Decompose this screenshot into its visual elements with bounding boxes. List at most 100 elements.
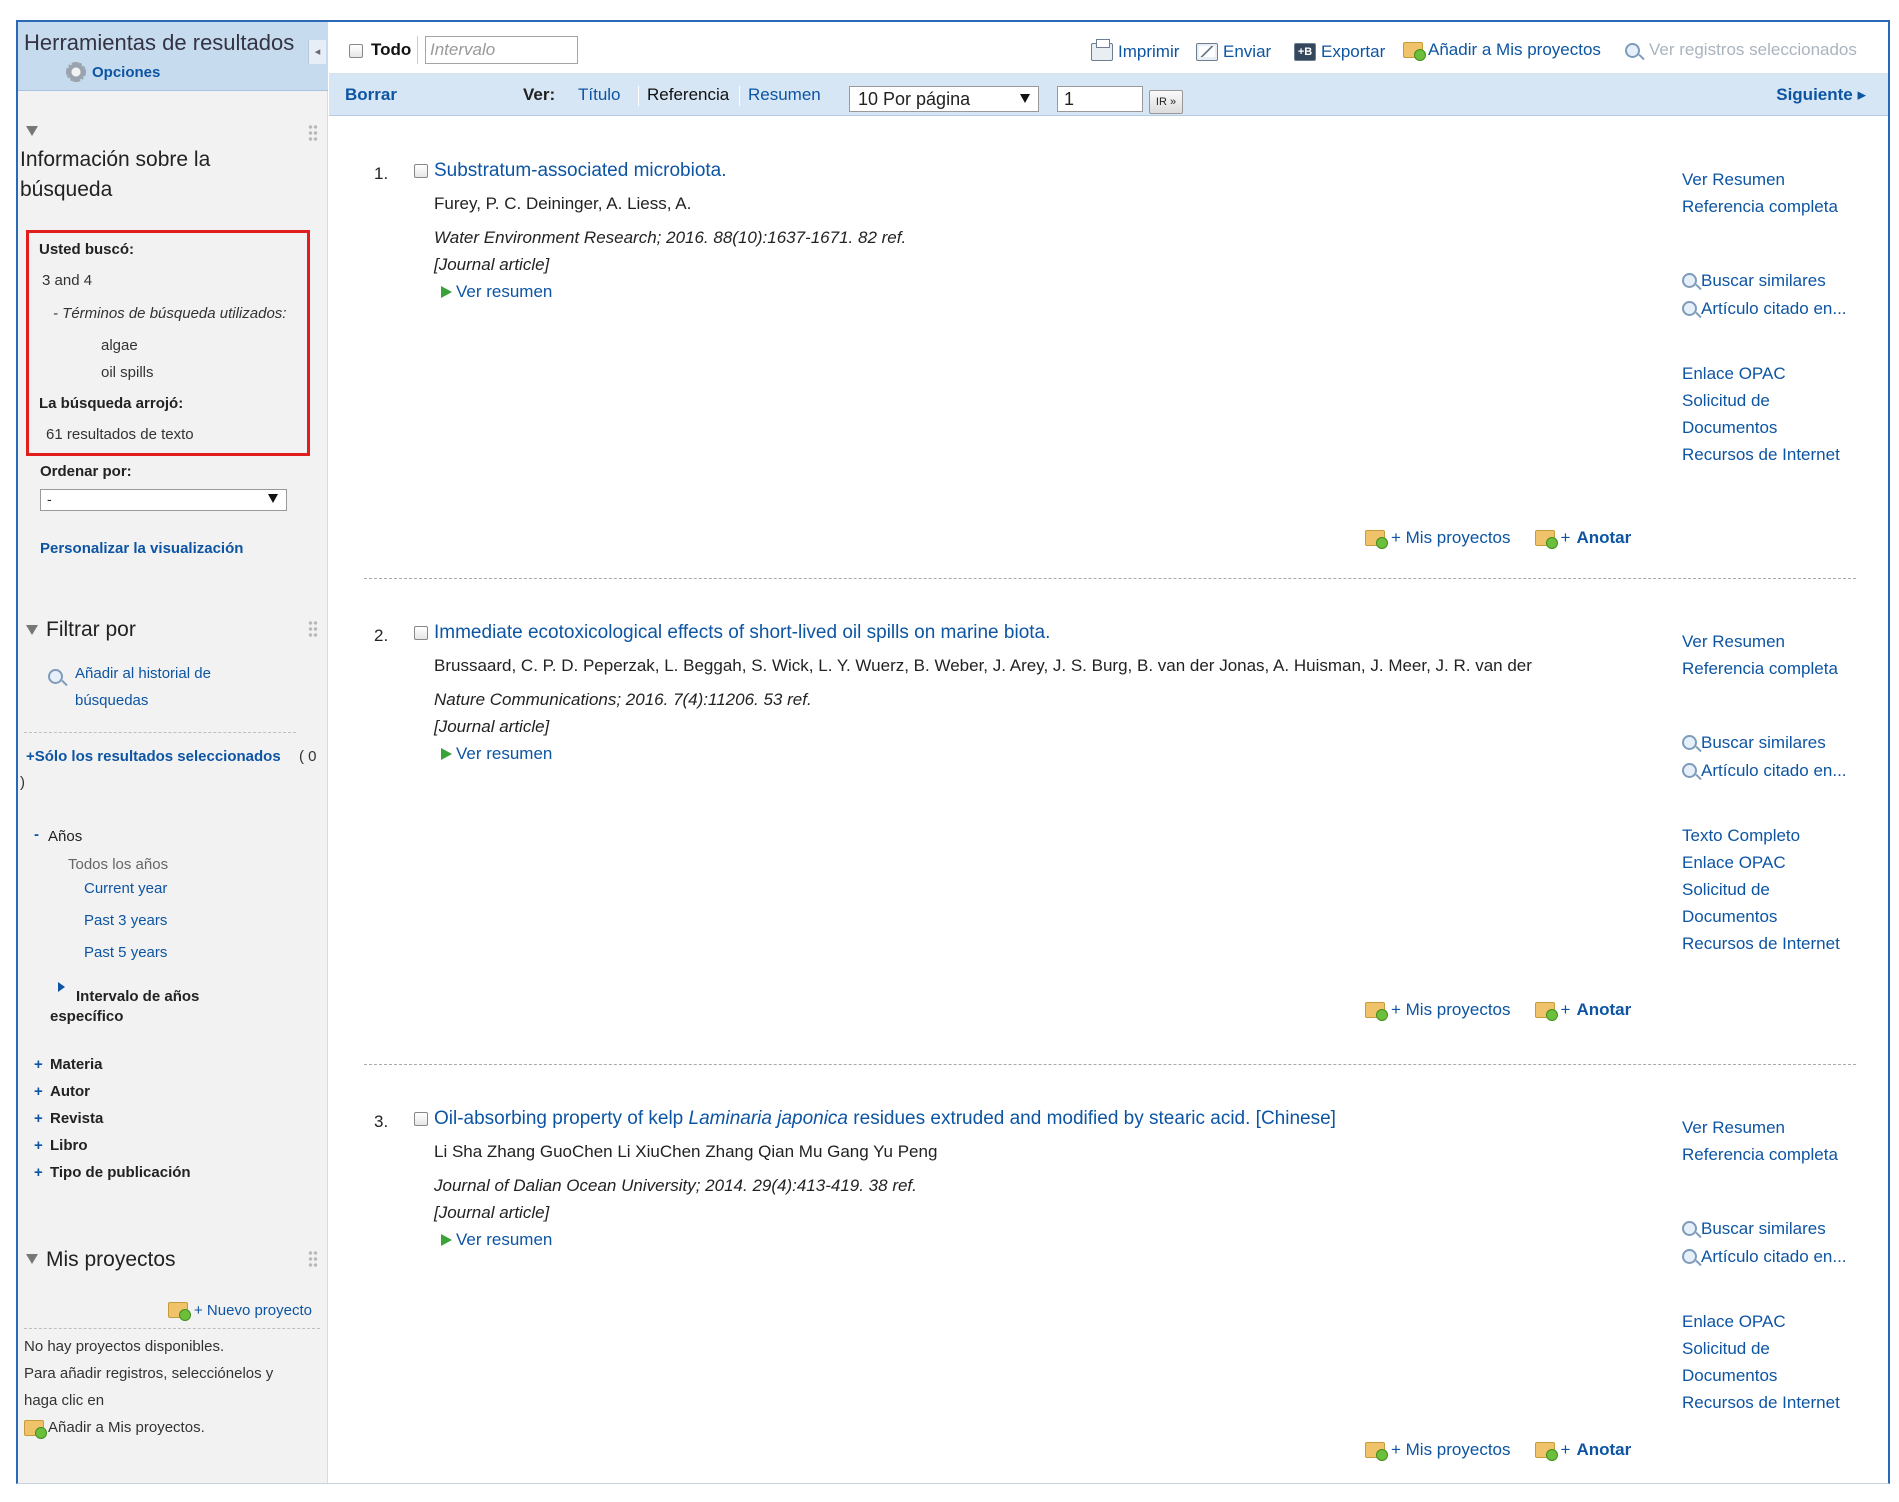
facet-author[interactable]: Autor xyxy=(50,1083,90,1100)
years-toggle[interactable]: - xyxy=(34,826,39,843)
annotate-plus[interactable]: + xyxy=(1561,1000,1571,1020)
full-reference-link[interactable]: Referencia completa xyxy=(1682,197,1838,217)
print-label: Imprimir xyxy=(1118,42,1180,61)
facet-journal[interactable]: Revista xyxy=(50,1110,103,1127)
add-to-history-link[interactable]: Añadir al historial de xyxy=(75,665,211,682)
result-actions: + Mis proyectos + Anotar xyxy=(1365,1440,1631,1461)
internet-resources-link[interactable]: Recursos de Internet xyxy=(1682,445,1840,465)
internet-resources-link[interactable]: Recursos de Internet xyxy=(1682,1393,1840,1413)
facet-book[interactable]: Libro xyxy=(50,1137,88,1154)
page-number-input[interactable]: 1 xyxy=(1057,86,1143,112)
new-project-icon xyxy=(168,1302,191,1321)
year-option-past3[interactable]: Past 3 years xyxy=(84,912,167,929)
document-request-link-2[interactable]: Documentos xyxy=(1682,418,1777,438)
clear-button[interactable]: Borrar xyxy=(345,85,397,105)
find-similar-link[interactable]: Buscar similares xyxy=(1682,1219,1826,1239)
year-option-current[interactable]: Current year xyxy=(84,880,167,897)
collapse-triangle-icon[interactable] xyxy=(26,625,38,635)
result-title-link[interactable]: Oil-absorbing property of kelp Laminaria… xyxy=(434,1108,1336,1130)
annotate-plus[interactable]: + xyxy=(1561,1440,1571,1460)
annotate-link[interactable]: Anotar xyxy=(1576,1000,1631,1020)
full-text-link[interactable]: Texto Completo xyxy=(1682,826,1800,846)
customize-display-link[interactable]: Personalizar la visualización xyxy=(40,540,243,557)
print-button[interactable]: Imprimir xyxy=(1091,39,1180,62)
cited-in-link[interactable]: Artículo citado en... xyxy=(1682,1247,1847,1267)
find-similar-link[interactable]: Buscar similares xyxy=(1682,733,1826,753)
document-request-link[interactable]: Solicitud de xyxy=(1682,391,1770,411)
view-abstract-link[interactable]: Ver resumen xyxy=(441,1230,552,1250)
facet-subject[interactable]: Materia xyxy=(50,1056,103,1073)
result-title-link[interactable]: Immediate ecotoxicological effects of sh… xyxy=(434,622,1050,644)
opac-link[interactable]: Enlace OPAC xyxy=(1682,1312,1786,1332)
export-button[interactable]: +B Exportar xyxy=(1294,42,1385,62)
result-checkbox[interactable] xyxy=(414,626,428,640)
search-summary-box: Usted buscó: 3 and 4 - Términos de búsqu… xyxy=(26,230,310,456)
new-project-link[interactable]: + Nuevo proyecto xyxy=(194,1302,312,1319)
result-checkbox[interactable] xyxy=(414,164,428,178)
document-request-link-2[interactable]: Documentos xyxy=(1682,1366,1777,1386)
add-to-history-link-2[interactable]: búsquedas xyxy=(75,692,148,709)
years-label: Años xyxy=(48,828,83,845)
per-page-select[interactable]: 10 Por página xyxy=(849,86,1039,112)
full-reference-link[interactable]: Referencia completa xyxy=(1682,1145,1838,1165)
range-input[interactable]: Intervalo xyxy=(425,36,578,64)
year-range-label-2[interactable]: específico xyxy=(50,1008,123,1025)
all-years-option[interactable]: Todos los años xyxy=(68,856,168,873)
annotate-link[interactable]: Anotar xyxy=(1576,1440,1631,1460)
year-option-past5[interactable]: Past 5 years xyxy=(84,944,167,961)
result-item: 1. Substratum-associated microbiota. Fur… xyxy=(329,116,1888,602)
collapse-triangle-icon[interactable] xyxy=(26,1254,38,1264)
result-actions: + Mis proyectos + Anotar xyxy=(1365,1000,1631,1021)
annotate-plus[interactable]: + xyxy=(1561,528,1571,548)
collapse-triangle-icon[interactable] xyxy=(26,126,38,136)
document-request-link[interactable]: Solicitud de xyxy=(1682,880,1770,900)
selected-only-link[interactable]: +Sólo los resultados seleccionados xyxy=(26,748,281,765)
add-to-my-projects-link[interactable]: + Mis proyectos xyxy=(1391,1000,1511,1020)
collapse-sidebar-button[interactable]: ◂ xyxy=(308,40,326,64)
send-button[interactable]: Enviar xyxy=(1196,42,1271,62)
view-summary-link[interactable]: Ver Resumen xyxy=(1682,170,1785,190)
view-abstract-link[interactable]: Ver resumen xyxy=(441,282,552,302)
facet-toggle[interactable]: + xyxy=(34,1056,43,1073)
expand-triangle-icon[interactable] xyxy=(58,982,65,992)
facet-toggle[interactable]: + xyxy=(34,1164,43,1181)
actions-toolbar: Todo Intervalo Imprimir Enviar +B Export… xyxy=(329,22,1888,74)
options-button[interactable]: Opciones xyxy=(66,62,160,82)
next-page-link[interactable]: Siguiente ▸ xyxy=(1776,85,1866,105)
view-summary-link[interactable]: Ver Resumen xyxy=(1682,1118,1785,1138)
view-mode-abstract[interactable]: Resumen xyxy=(748,85,821,105)
add-to-my-projects-link[interactable]: + Mis proyectos xyxy=(1391,1440,1511,1460)
per-page-value: 10 Por página xyxy=(858,89,971,109)
opac-link[interactable]: Enlace OPAC xyxy=(1682,853,1786,873)
cited-in-link[interactable]: Artículo citado en... xyxy=(1682,761,1847,781)
internet-resources-link[interactable]: Recursos de Internet xyxy=(1682,934,1840,954)
view-selected-button[interactable]: Ver registros seleccionados xyxy=(1625,40,1857,60)
full-reference-link[interactable]: Referencia completa xyxy=(1682,659,1838,679)
select-all-checkbox[interactable] xyxy=(349,44,363,58)
drag-handle-icon[interactable] xyxy=(308,124,318,142)
result-checkbox[interactable] xyxy=(414,1112,428,1126)
drag-handle-icon[interactable] xyxy=(308,620,318,638)
cited-in-link[interactable]: Artículo citado en... xyxy=(1682,299,1847,319)
year-range-label[interactable]: Intervalo de años xyxy=(76,988,199,1005)
facet-toggle[interactable]: + xyxy=(34,1110,43,1127)
go-button[interactable]: IR » xyxy=(1149,90,1183,114)
facet-toggle[interactable]: + xyxy=(34,1137,43,1154)
add-to-projects-button[interactable]: Añadir a Mis proyectos xyxy=(1403,40,1601,61)
view-summary-link[interactable]: Ver Resumen xyxy=(1682,632,1785,652)
document-request-link-2[interactable]: Documentos xyxy=(1682,907,1777,927)
result-title-link[interactable]: Substratum-associated microbiota. xyxy=(434,160,727,182)
find-similar-link[interactable]: Buscar similares xyxy=(1682,271,1826,291)
drag-handle-icon[interactable] xyxy=(308,1250,318,1268)
opac-link[interactable]: Enlace OPAC xyxy=(1682,364,1786,384)
view-mode-title[interactable]: Título xyxy=(578,85,621,105)
add-to-my-projects-link[interactable]: + Mis proyectos xyxy=(1391,528,1511,548)
facet-pub-type[interactable]: Tipo de publicación xyxy=(50,1164,191,1181)
facet-toggle[interactable]: + xyxy=(34,1083,43,1100)
document-request-link[interactable]: Solicitud de xyxy=(1682,1339,1770,1359)
result-title-part: residues extruded and modified by steari… xyxy=(848,1108,1336,1129)
sort-select[interactable]: - xyxy=(40,489,287,511)
annotate-link[interactable]: Anotar xyxy=(1576,528,1631,548)
view-abstract-link[interactable]: Ver resumen xyxy=(441,744,552,764)
view-mode-reference[interactable]: Referencia xyxy=(647,85,729,105)
